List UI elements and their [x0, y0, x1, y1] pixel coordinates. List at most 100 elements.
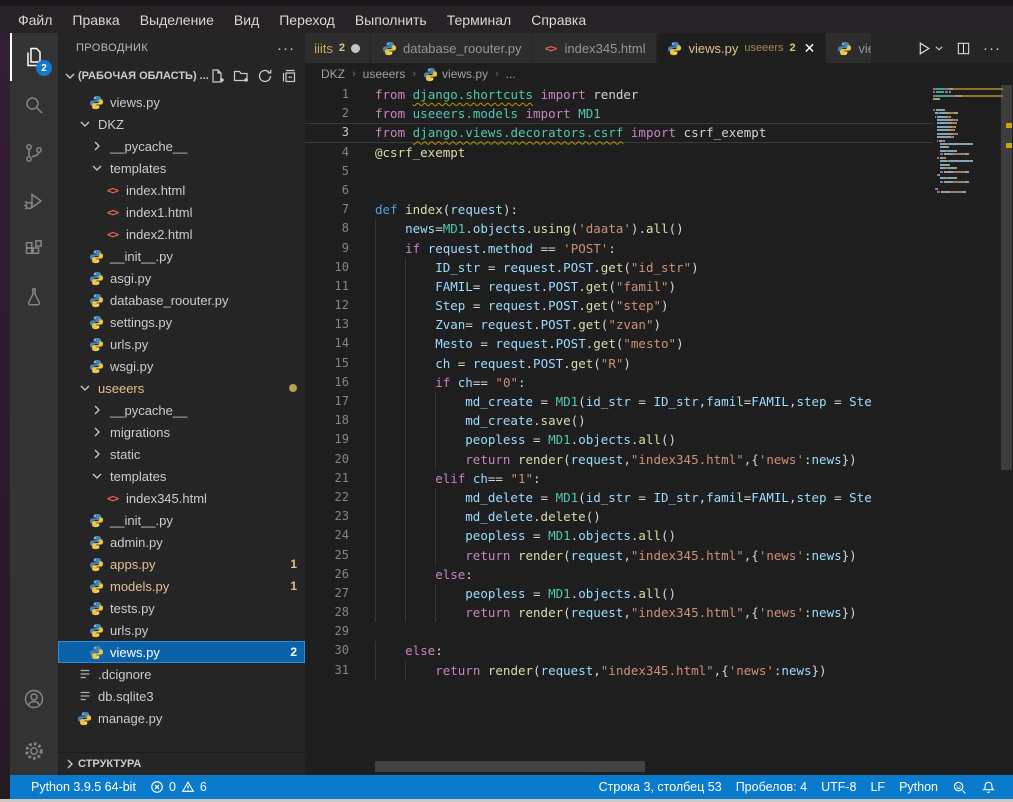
- extensions-icon[interactable]: [10, 225, 58, 273]
- tab-vie[interactable]: vie: [826, 33, 872, 63]
- explorer-icon[interactable]: 2: [10, 33, 58, 81]
- encoding-status[interactable]: UTF-8: [814, 775, 863, 799]
- menu-item-3[interactable]: Вид: [224, 6, 269, 33]
- workspace-section-header[interactable]: (РАБОЧАЯ ОБЛАСТЬ) ...: [58, 63, 305, 88]
- tree-item-settings.py[interactable]: settings.py: [58, 311, 305, 333]
- tree-item-__init__.py[interactable]: __init__.py: [58, 509, 305, 531]
- code-line-4[interactable]: 4@csrf_exempt: [305, 143, 933, 162]
- code-line-23[interactable]: 23 md_delete.delete(): [305, 507, 933, 526]
- dirty-dot-icon[interactable]: [351, 44, 360, 53]
- tree-item-urls.py[interactable]: urls.py: [58, 333, 305, 355]
- tree-item-models.py[interactable]: models.py1: [58, 575, 305, 597]
- code-line-28[interactable]: 28 return render(request,"index345.html"…: [305, 603, 933, 622]
- tree-item-views.py[interactable]: views.py2: [58, 641, 305, 663]
- tree-item-useeers[interactable]: useeers: [58, 377, 305, 399]
- menu-item-6[interactable]: Терминал: [437, 6, 521, 33]
- code-line-1[interactable]: 1from django.shortcuts import render: [305, 85, 933, 104]
- minimap[interactable]: [933, 88, 1003, 195]
- tree-item-index.html[interactable]: <>index.html: [58, 179, 305, 201]
- feedback-icon[interactable]: [945, 775, 974, 799]
- code-editor[interactable]: 1from django.shortcuts import render2fro…: [305, 85, 933, 763]
- cursor-position-status[interactable]: Строка 3, столбец 53: [592, 775, 729, 799]
- code-line-29[interactable]: 29: [305, 622, 933, 641]
- tree-item-wsgi.py[interactable]: wsgi.py: [58, 355, 305, 377]
- code-line-19[interactable]: 19 peopless = MD1.objects.all(): [305, 430, 933, 449]
- code-line-9[interactable]: 9 if request.method == 'POST':: [305, 239, 933, 258]
- tree-item-urls.py[interactable]: urls.py: [58, 619, 305, 641]
- eol-status[interactable]: LF: [863, 775, 892, 799]
- code-line-7[interactable]: 7def index(request):: [305, 200, 933, 219]
- tree-item-manage.py[interactable]: manage.py: [58, 707, 305, 729]
- code-line-25[interactable]: 25 return render(request,"index345.html"…: [305, 546, 933, 565]
- tree-item-templates[interactable]: templates: [58, 465, 305, 487]
- code-line-17[interactable]: 17 md_create = MD1(id_str = ID_str,famil…: [305, 392, 933, 411]
- more-actions-button[interactable]: ···: [983, 40, 1001, 57]
- tree-item-index1.html[interactable]: <>index1.html: [58, 201, 305, 223]
- tab-database_roouter.py[interactable]: database_roouter.py: [371, 33, 533, 63]
- tree-item-views.py[interactable]: views.py: [58, 91, 305, 113]
- breadcrumb-item-0[interactable]: DKZ: [321, 67, 345, 81]
- code-line-8[interactable]: 8 news=MD1.objects.using('daata').all(): [305, 219, 933, 238]
- testing-icon[interactable]: [10, 273, 58, 321]
- code-line-18[interactable]: 18 md_create.save(): [305, 411, 933, 430]
- code-line-11[interactable]: 11 FAMIL= request.POST.get("famil"): [305, 277, 933, 296]
- tab-index345.html[interactable]: <>index345.html: [533, 33, 657, 63]
- run-button[interactable]: [915, 40, 944, 57]
- code-line-6[interactable]: 6: [305, 181, 933, 200]
- tab-iiits[interactable]: iiits2: [305, 33, 371, 63]
- breadcrumb-item-1[interactable]: useeers: [363, 67, 406, 81]
- code-line-10[interactable]: 10 ID_str = request.POST.get("id_str"): [305, 258, 933, 277]
- tree-item-DKZ[interactable]: DKZ: [58, 113, 305, 135]
- menu-item-7[interactable]: Справка: [521, 6, 596, 33]
- refresh-icon[interactable]: [257, 68, 273, 84]
- code-line-12[interactable]: 12 Step = request.POST.get("step"): [305, 296, 933, 315]
- menu-item-1[interactable]: Правка: [62, 6, 129, 33]
- tree-item-__pycache__[interactable]: __pycache__: [58, 135, 305, 157]
- tree-item-templates[interactable]: templates: [58, 157, 305, 179]
- horizontal-scrollbar-thumb[interactable]: [375, 761, 645, 772]
- code-line-13[interactable]: 13 Zvan= request.POST.get("zvan"): [305, 315, 933, 334]
- tree-item-migrations[interactable]: migrations: [58, 421, 305, 443]
- split-editor-button[interactable]: [956, 41, 971, 56]
- menu-item-0[interactable]: Файл: [8, 6, 62, 33]
- language-mode-status[interactable]: Python: [892, 775, 945, 799]
- tree-item-.dcignore[interactable]: .dcignore: [58, 663, 305, 685]
- tree-item-tests.py[interactable]: tests.py: [58, 597, 305, 619]
- code-line-20[interactable]: 20 return render(request,"index345.html"…: [305, 450, 933, 469]
- tree-item-__init__.py[interactable]: __init__.py: [58, 245, 305, 267]
- code-line-16[interactable]: 16 if ch== "0":: [305, 373, 933, 392]
- run-debug-icon[interactable]: [10, 177, 58, 225]
- code-line-31[interactable]: 31 return render(request,"index345.html"…: [305, 661, 933, 680]
- settings-icon[interactable]: [10, 727, 58, 775]
- tree-item-static[interactable]: static: [58, 443, 305, 465]
- tree-item-__pycache__[interactable]: __pycache__: [58, 399, 305, 421]
- code-line-3[interactable]: 3from django.views.decorators.csrf impor…: [305, 123, 933, 142]
- code-line-14[interactable]: 14 Mesto = request.POST.get("mesto"): [305, 334, 933, 353]
- vertical-scrollbar[interactable]: [1000, 85, 1013, 763]
- tree-item-asgi.py[interactable]: asgi.py: [58, 267, 305, 289]
- indentation-status[interactable]: Пробелов: 4: [729, 775, 814, 799]
- tree-item-db.sqlite3[interactable]: db.sqlite3: [58, 685, 305, 707]
- close-icon[interactable]: ✕: [804, 40, 816, 57]
- menu-item-4[interactable]: Переход: [269, 6, 345, 33]
- new-file-icon[interactable]: [209, 68, 225, 84]
- tree-item-admin.py[interactable]: admin.py: [58, 531, 305, 553]
- code-line-2[interactable]: 2from useeers.models import MD1: [305, 104, 933, 123]
- search-icon[interactable]: [10, 81, 58, 129]
- account-icon[interactable]: [10, 675, 58, 723]
- tree-item-apps.py[interactable]: apps.py1: [58, 553, 305, 575]
- code-line-24[interactable]: 24 peopless = MD1.objects.all(): [305, 526, 933, 545]
- breadcrumb-item-2[interactable]: views.py: [423, 67, 488, 82]
- menu-item-2[interactable]: Выделение: [130, 6, 224, 33]
- tree-item-database_roouter.py[interactable]: database_roouter.py: [58, 289, 305, 311]
- menu-item-5[interactable]: Выполнить: [345, 6, 437, 33]
- horizontal-scrollbar[interactable]: [305, 761, 933, 772]
- code-line-26[interactable]: 26 else:: [305, 565, 933, 584]
- problems-status[interactable]: 0 6: [143, 775, 214, 799]
- collapse-all-icon[interactable]: [281, 68, 297, 84]
- code-line-15[interactable]: 15 ch = request.POST.get("R"): [305, 354, 933, 373]
- source-control-icon[interactable]: [10, 129, 58, 177]
- code-line-22[interactable]: 22 md_delete = MD1(id_str = ID_str,famil…: [305, 488, 933, 507]
- notifications-bell-icon[interactable]: [974, 775, 1003, 799]
- new-folder-icon[interactable]: [233, 68, 249, 84]
